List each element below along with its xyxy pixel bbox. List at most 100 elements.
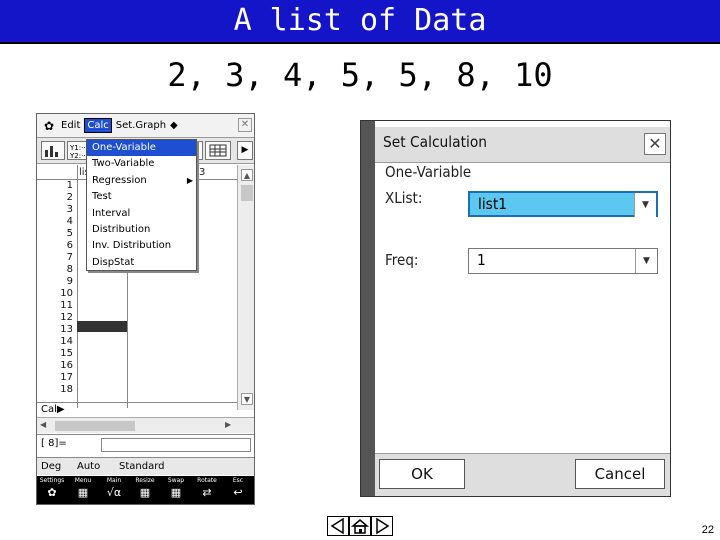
dialog-footer: OK Cancel	[375, 453, 670, 496]
selected-cell[interactable]	[77, 321, 127, 332]
grid-view-icon[interactable]	[205, 141, 231, 160]
icon-panel: Settings ✿ Menu ▦ Main √α Resize ▦ Swap ▦ Rotate ⇄ E…	[37, 476, 254, 504]
close-icon[interactable]: ✕	[238, 118, 252, 132]
settings-icon: ✿	[47, 486, 57, 499]
xlist-select[interactable]: list1 ▼	[468, 191, 658, 217]
set-calculation-dialog: Set Calculation ✕ One-Variable XList: li…	[360, 120, 671, 497]
row-number: 8	[66, 264, 73, 275]
dock-resize-button[interactable]: Resize ▦	[130, 476, 160, 501]
calc-dropdown-menu: One-Variable Two-Variable Regression ▶ Test I…	[86, 139, 197, 271]
scroll-right-icon[interactable]: ▶	[225, 420, 231, 429]
row-number: 13	[60, 324, 73, 335]
menu-item-test[interactable]: Test	[87, 189, 196, 205]
dock-label: Swap	[167, 477, 185, 484]
menu-item-label: Interval	[92, 207, 131, 219]
freq-select[interactable]: 1 ▼	[468, 248, 658, 274]
page-number: 22	[701, 524, 714, 536]
menu-item-dispstat[interactable]: DispStat	[87, 255, 196, 271]
row-number: 11	[60, 300, 73, 311]
menu-item-regression[interactable]: Regression ▶	[87, 173, 196, 189]
horizontal-scrollbar[interactable]: ◀ ▶	[37, 417, 254, 433]
arrow-right-icon	[376, 517, 390, 535]
esc-icon: ↩	[233, 486, 243, 499]
xlist-value: list1	[478, 195, 508, 213]
row-numbers: 1 2 3 4 5 6 7 8 9 10 11 12 13 14 15 16 17 18	[37, 180, 77, 396]
arrow-left-icon	[330, 517, 344, 535]
chevron-down-icon[interactable]: ▼	[634, 193, 656, 217]
status-bar: Deg Auto Standard	[37, 457, 254, 476]
row-number: 15	[60, 348, 73, 359]
row-number: 5	[66, 228, 73, 239]
menu-set-graph[interactable]: Set.Graph	[116, 120, 166, 131]
menu-item-distribution[interactable]: Distribution	[87, 222, 196, 238]
cell-input[interactable]	[101, 438, 251, 452]
dock-label: Resize	[135, 477, 155, 484]
dialog-body: One-Variable XList: list1 ▼ Freq: 1 ▼	[375, 163, 670, 453]
scroll-thumb[interactable]	[241, 185, 253, 201]
row-number: 17	[60, 372, 73, 383]
dock-label: Main	[106, 477, 122, 484]
row-number: 6	[66, 240, 73, 251]
row-number: 7	[66, 252, 73, 263]
toolbar-next-icon[interactable]: ▶	[237, 141, 253, 160]
menu-more[interactable]: ◆	[170, 120, 178, 131]
menu-icon: ▦	[77, 486, 89, 499]
cancel-button[interactable]: Cancel	[575, 459, 665, 489]
scroll-left-icon[interactable]: ◀	[40, 420, 46, 429]
dialog-title: Set Calculation	[383, 133, 488, 151]
dock-swap-button[interactable]: Swap ▦	[161, 476, 191, 501]
dock-esc-button[interactable]: Esc ↩	[223, 476, 253, 501]
dock-label: Esc	[232, 477, 244, 484]
row-number: 10	[60, 288, 73, 299]
next-slide-button[interactable]	[371, 516, 393, 536]
menu-calc[interactable]: Calc	[84, 118, 112, 133]
dock-label: Settings	[39, 477, 65, 484]
scroll-up-icon[interactable]: ▲	[241, 169, 253, 181]
angle-mode[interactable]: Deg	[41, 458, 61, 476]
column-header-list3[interactable]: 3	[199, 167, 205, 178]
dock-menu-button[interactable]: Menu ▦	[68, 476, 98, 501]
dock-settings-button[interactable]: Settings ✿	[37, 476, 67, 501]
menu-item-one-variable[interactable]: One-Variable	[87, 140, 196, 157]
row-number: 3	[66, 204, 73, 215]
ok-button[interactable]: OK	[379, 459, 465, 489]
menu-item-label: Regression	[92, 174, 147, 186]
column-divider	[77, 165, 78, 408]
menu-item-inv-distribution[interactable]: Inv. Distribution	[87, 238, 196, 254]
swap-icon: ▦	[170, 486, 182, 499]
freq-label: Freq:	[385, 251, 419, 269]
menu-item-two-variable[interactable]: Two-Variable	[87, 156, 196, 172]
graph-type-icon[interactable]	[41, 141, 65, 160]
row-number: 9	[66, 276, 73, 287]
slide-title: A list of Data	[233, 3, 487, 38]
home-icon	[350, 519, 370, 534]
row-number: 12	[60, 312, 73, 323]
dialog-titlebar: Set Calculation ✕	[375, 127, 670, 163]
dock-rotate-button[interactable]: Rotate ⇄	[192, 476, 222, 501]
menu-item-label: Test	[92, 191, 112, 203]
data-values: 2, 3, 4, 5, 5, 8, 10	[167, 56, 553, 94]
close-icon[interactable]: ✕	[644, 133, 666, 155]
row-number: 14	[60, 336, 73, 347]
number-format[interactable]: Standard	[119, 458, 165, 476]
dialog-edge	[361, 121, 375, 496]
calc-mode[interactable]: Auto	[77, 458, 100, 476]
vertical-scrollbar[interactable]: ▲ ▼	[237, 165, 254, 410]
dock-main-button[interactable]: Main √α	[99, 476, 129, 501]
xlist-label: XList:	[385, 189, 423, 207]
hscroll-thumb[interactable]	[55, 421, 135, 431]
menu-item-label: Two-Variable	[92, 158, 155, 170]
menu-item-label: One-Variable	[92, 142, 156, 153]
title-bar: A list of Data	[0, 0, 720, 44]
input-row: [ 8]=	[37, 434, 254, 454]
previous-slide-button[interactable]	[327, 516, 349, 536]
chevron-down-icon[interactable]: ▼	[635, 249, 657, 273]
scroll-down-icon[interactable]: ▼	[241, 393, 253, 405]
home-button[interactable]	[349, 516, 371, 536]
menu-item-interval[interactable]: Interval	[87, 206, 196, 222]
menu-edit[interactable]: Edit	[61, 120, 80, 131]
row-number: 18	[60, 384, 73, 395]
submenu-arrow-icon: ▶	[186, 175, 193, 185]
gear-icon[interactable]: ✿	[41, 119, 57, 133]
cal-row[interactable]: Cal▶	[37, 402, 237, 416]
